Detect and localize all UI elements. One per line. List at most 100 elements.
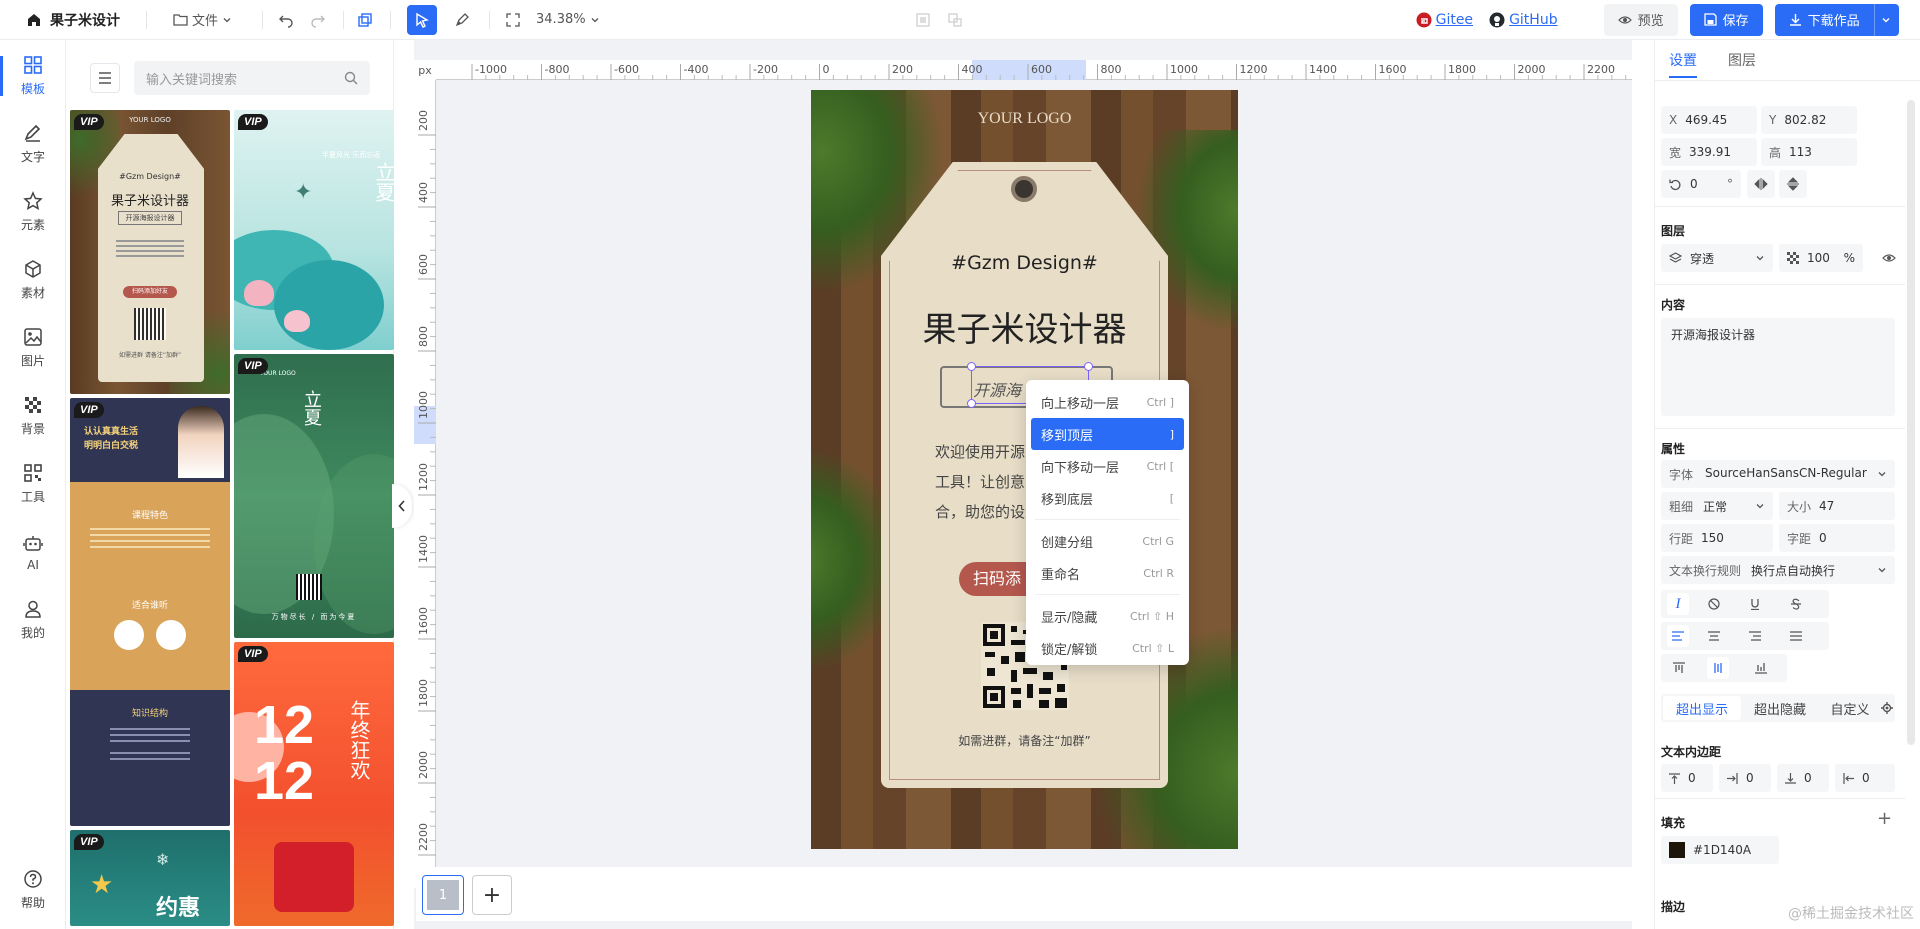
valign-top-icon[interactable]	[1673, 662, 1685, 674]
overflow-show-option[interactable]: 超出显示	[1663, 696, 1741, 720]
align-left-button[interactable]	[1667, 625, 1689, 647]
align-right-icon[interactable]	[1749, 631, 1761, 641]
zoom-control[interactable]: 34.38%	[506, 12, 600, 27]
strikethrough-icon[interactable]	[1790, 598, 1802, 610]
checker-icon	[25, 397, 41, 413]
scrollbar[interactable]	[1907, 100, 1915, 745]
valign-middle-button[interactable]	[1707, 657, 1729, 679]
align-justify-icon[interactable]	[1790, 631, 1802, 641]
menu-item-toggle-lock[interactable]: 锁定/解锁 Ctrl ⇧ L	[1031, 632, 1184, 664]
wrap-rule-select[interactable]: 文本换行规则 换行点自动换行	[1661, 556, 1895, 584]
nav-materials[interactable]: 素材	[0, 250, 66, 310]
nav-tools[interactable]: 工具	[0, 454, 66, 514]
content-textarea[interactable]: 开源海报设计器	[1661, 318, 1895, 416]
nav-help[interactable]: 帮助	[0, 860, 66, 920]
font-weight-select[interactable]: 粗细 正常	[1661, 492, 1773, 520]
padding-left-field[interactable]: 0	[1835, 764, 1895, 792]
menu-item-bring-forward[interactable]: 向上移动一层 Ctrl ]	[1031, 386, 1184, 418]
nav-mine[interactable]: 我的	[0, 590, 66, 650]
poster-tag[interactable]: #Gzm Design#	[811, 252, 1238, 274]
file-menu[interactable]: 文件	[173, 10, 232, 29]
blend-mode-select[interactable]: 穿透	[1661, 244, 1773, 272]
vertical-ruler[interactable]: 200 400 600 800 1000 1200 1400 1600 1800 2000 2200	[414, 80, 436, 888]
menu-item-toggle-visibility[interactable]: 显示/隐藏 Ctrl ⇧ H	[1031, 600, 1184, 632]
nav-ai[interactable]: AI	[0, 522, 66, 582]
copy-style-button[interactable]	[350, 5, 380, 35]
search-input[interactable]: 输入关键词搜索	[134, 61, 370, 95]
flip-horizontal-button[interactable]	[1747, 170, 1775, 198]
font-size-field[interactable]: 大小 47	[1779, 492, 1895, 520]
fill-color-field[interactable]: #1D140A	[1661, 836, 1779, 864]
horizontal-ruler[interactable]: -1000 -800 -600 -400 -200 0 200 400 600 800 1000 12…	[436, 60, 1632, 80]
line-height-field[interactable]: 行距 150	[1661, 524, 1773, 552]
overflow-hide-option[interactable]: 超出隐藏	[1741, 699, 1819, 718]
add-fill-button[interactable]: +	[1877, 808, 1892, 829]
height-field[interactable]: 高 113	[1761, 138, 1857, 166]
draw-tool-button[interactable]	[447, 5, 477, 35]
gitee-link[interactable]: Gitee	[1416, 12, 1473, 28]
nav-text[interactable]: 文字	[0, 114, 66, 174]
thumb-section: 适合谁听	[131, 601, 168, 611]
letter-spacing-field[interactable]: 字距 0	[1779, 524, 1895, 552]
valign-bottom-icon[interactable]	[1755, 662, 1767, 674]
eye-icon[interactable]	[1882, 252, 1896, 264]
undo-button[interactable]	[271, 5, 301, 35]
preview-button[interactable]: 预览	[1603, 3, 1678, 36]
poster-footer[interactable]: 如需进群，请备注“加群”	[811, 732, 1238, 749]
poster-body-line[interactable]: 欢迎使用开源	[935, 441, 1025, 462]
no-style-icon[interactable]	[1708, 598, 1720, 610]
padding-bottom-field[interactable]: 0	[1777, 764, 1829, 792]
template-card[interactable]: 12 12 年终狂欢 VIP	[234, 642, 394, 926]
x-field[interactable]: X 469.45	[1661, 106, 1757, 134]
italic-button[interactable]: I	[1667, 593, 1689, 615]
nav-images[interactable]: 图片	[0, 318, 66, 378]
page-thumb[interactable]: 1	[422, 875, 464, 915]
overflow-custom-option[interactable]: 自定义	[1819, 699, 1881, 718]
template-card[interactable]: 认认真真生活 明明白白交税 课程特色 适合谁听 知识结构 VIP	[70, 398, 230, 826]
nav-elements[interactable]: 元素	[0, 182, 66, 242]
resize-handle[interactable]	[1084, 362, 1093, 371]
gear-icon[interactable]	[1881, 702, 1893, 714]
redo-button[interactable]	[303, 5, 333, 35]
save-button[interactable]: 保存	[1689, 3, 1763, 36]
template-card[interactable]: ✦ 半夏风光 乐而忘返 立夏 VIP	[234, 110, 394, 350]
tab-settings[interactable]: 设置	[1669, 50, 1697, 70]
category-menu-button[interactable]	[90, 63, 120, 93]
template-card[interactable]: YOUR LOGO #Gzm Design# 果子米设计器 开源海报设计器 扫码…	[70, 110, 230, 394]
padding-right-field[interactable]: 0	[1719, 764, 1771, 792]
group-button[interactable]	[908, 5, 938, 35]
resize-handle[interactable]	[967, 362, 976, 371]
menu-item-rename[interactable]: 重命名 Ctrl R	[1031, 557, 1184, 589]
width-field[interactable]: 宽 339.91	[1661, 138, 1757, 166]
flip-vertical-button[interactable]	[1779, 170, 1807, 198]
menu-item-bring-to-front[interactable]: 移到顶层]	[1031, 418, 1184, 450]
app-logo[interactable]: 果子米设计	[26, 10, 120, 30]
nav-templates[interactable]: 模板	[0, 46, 66, 106]
select-tool-button[interactable]	[407, 4, 438, 35]
template-card[interactable]: ★ ❄ 约惠 VIP	[70, 830, 230, 926]
github-link[interactable]: GitHub	[1489, 12, 1558, 28]
menu-item-send-backward[interactable]: 向下移动一层 Ctrl [	[1031, 450, 1184, 482]
rotation-field[interactable]: 0 °	[1661, 170, 1741, 198]
tab-layers[interactable]: 图层	[1728, 50, 1756, 70]
menu-item-send-to-back[interactable]: 移到底层 [	[1031, 482, 1184, 514]
poster-body-line[interactable]: 合，助您的设	[935, 501, 1025, 522]
align-center-icon[interactable]	[1708, 631, 1720, 641]
poster-title[interactable]: 果子米设计器	[811, 302, 1238, 351]
font-select[interactable]: 字体 SourceHanSansCN-Regular	[1661, 460, 1895, 488]
menu-item-create-group[interactable]: 创建分组 Ctrl G	[1031, 525, 1184, 557]
underline-icon[interactable]	[1749, 598, 1761, 610]
poster-body-line[interactable]: 工具！让创意	[935, 471, 1025, 492]
y-field[interactable]: Y 802.82	[1761, 106, 1857, 134]
ungroup-button[interactable]	[940, 5, 970, 35]
add-page-button[interactable]: +	[472, 875, 512, 915]
resize-handle[interactable]	[967, 399, 976, 408]
poster-logo[interactable]: YOUR LOGO	[811, 110, 1238, 128]
opacity-field[interactable]: 100 %	[1779, 244, 1863, 272]
download-button[interactable]: 下载作品	[1774, 3, 1899, 36]
padding-top-field[interactable]: 0	[1661, 764, 1713, 792]
chevron-down-icon[interactable]	[1881, 15, 1891, 25]
nav-backgrounds[interactable]: 背景	[0, 386, 66, 446]
template-card[interactable]: YOUR LOGO 立夏 万物尽长 / 而为今夏 VIP	[234, 354, 394, 638]
collapse-panel-button[interactable]	[392, 484, 412, 528]
